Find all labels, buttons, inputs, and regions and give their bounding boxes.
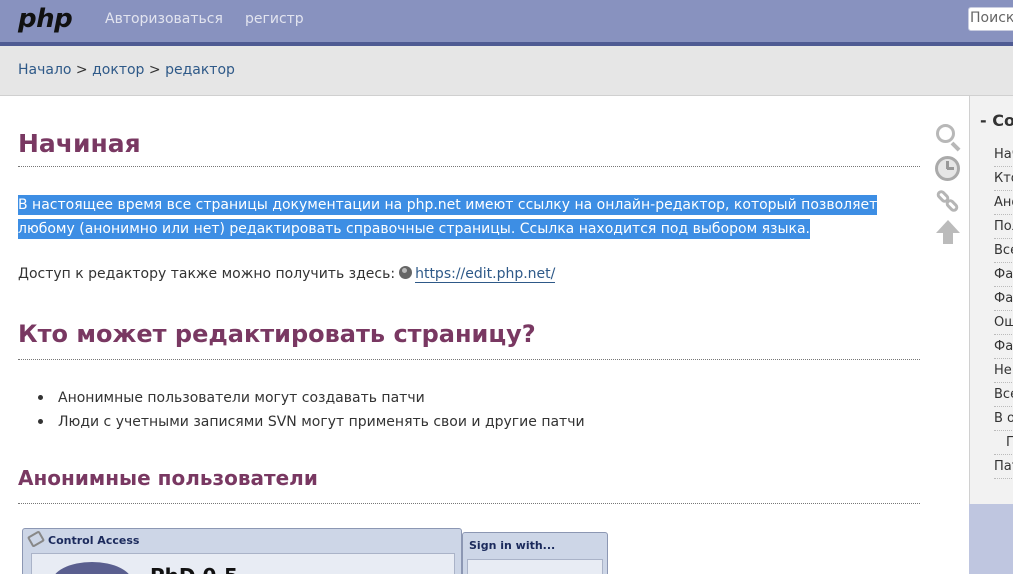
- screenshot-body: PhD 0.5: [31, 553, 455, 574]
- breadcrumb-home[interactable]: Начало: [18, 62, 71, 78]
- toc-title[interactable]: - Co: [980, 111, 1013, 130]
- section-heading-start: Начиная: [18, 129, 920, 167]
- breadcrumb-doctor[interactable]: доктор: [92, 62, 144, 78]
- signin-title: Sign in with...: [469, 539, 556, 552]
- editor-access-text: Доступ к редактору также можно получить …: [18, 266, 396, 282]
- toc-item[interactable]: Кто: [994, 167, 1013, 191]
- globe-icon: [399, 266, 413, 279]
- breadcrumb-separator: >: [144, 62, 166, 78]
- section-heading-who: Кто может редактировать страницу?: [18, 320, 920, 360]
- toc-item[interactable]: Фай: [994, 287, 1013, 311]
- editor-access-line: Доступ к редактору также можно получить …: [18, 266, 556, 283]
- toc-list: Нач Кто Ано Пол Все Фай Фай Оши Фай Не В…: [994, 143, 1013, 479]
- sidebar-footer-band: [969, 504, 1013, 574]
- breadcrumb: Начало > доктор > редактор: [18, 62, 235, 78]
- php-oval-logo: [52, 562, 132, 574]
- toc-item[interactable]: Пат: [994, 455, 1013, 479]
- link-icon[interactable]: [934, 188, 961, 214]
- table-of-contents: - Co Нач Кто Ано Пол Все Фай Фай Оши Фай…: [969, 96, 1013, 504]
- toc-subitem[interactable]: П: [994, 431, 1013, 455]
- selected-paragraph: В настоящее время все страницы документа…: [18, 193, 898, 241]
- php-logo[interactable]: php: [18, 4, 73, 34]
- search-input[interactable]: Поиск: [968, 7, 1013, 31]
- search-icon[interactable]: [935, 124, 961, 152]
- login-link[interactable]: Авторизоваться: [105, 11, 223, 27]
- toc-item[interactable]: Ано: [994, 191, 1013, 215]
- toc-item[interactable]: В о: [994, 407, 1013, 431]
- list-item: Люди с учетными записями SVN могут приме…: [38, 410, 585, 434]
- toc-item[interactable]: Нач: [994, 143, 1013, 167]
- toc-item[interactable]: Пол: [994, 215, 1013, 239]
- screenshot-logo-text: PhD 0.5: [150, 564, 238, 574]
- edit-php-link[interactable]: https://edit.php.net/: [415, 266, 556, 283]
- signin-screenshot: Sign in with...: [462, 532, 608, 574]
- breadcrumb-bar: Начало > доктор > редактор: [0, 46, 1013, 96]
- key-icon: [26, 530, 46, 548]
- signin-body: [467, 559, 603, 574]
- permissions-list: Анонимные пользователи могут создавать п…: [38, 386, 585, 434]
- breadcrumb-editor[interactable]: редактор: [165, 62, 235, 78]
- toc-item[interactable]: Оши: [994, 311, 1013, 335]
- register-link[interactable]: регистр: [245, 11, 304, 27]
- clock-icon[interactable]: [935, 156, 961, 182]
- toc-item[interactable]: Не: [994, 359, 1013, 383]
- section-heading-anonymous: Анонимные пользователи: [18, 466, 920, 504]
- selected-text: В настоящее время все страницы документа…: [18, 195, 878, 239]
- arrow-up-icon[interactable]: [935, 220, 961, 246]
- screenshot-window-title: Control Access: [48, 534, 140, 547]
- control-access-screenshot: Control Access PhD 0.5: [22, 528, 462, 574]
- toc-item[interactable]: Фай: [994, 263, 1013, 287]
- top-navbar: php Авторизоваться регистр Поиск: [0, 0, 1013, 46]
- breadcrumb-separator: >: [71, 62, 93, 78]
- toc-item[interactable]: Все: [994, 383, 1013, 407]
- list-item: Анонимные пользователи могут создавать п…: [38, 386, 585, 410]
- toc-item[interactable]: Все: [994, 239, 1013, 263]
- toc-item[interactable]: Фай: [994, 335, 1013, 359]
